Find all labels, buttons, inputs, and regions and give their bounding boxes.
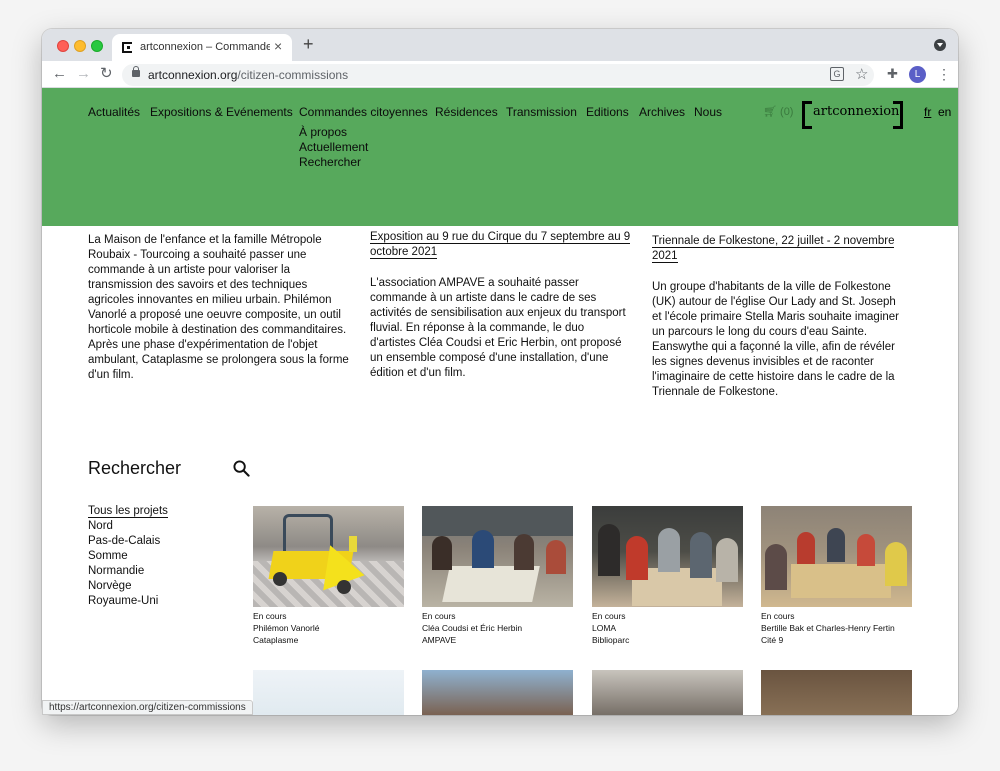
url-domain: artconnexion.org: [148, 68, 238, 82]
favicon-icon: [122, 42, 132, 53]
browser-tab[interactable]: artconnexion – Commandes citoyennes ×: [112, 34, 292, 61]
tab-title: artconnexion – Commandes citoyennes: [140, 41, 270, 53]
project-status: En cours: [422, 611, 456, 621]
project-artist: LOMA: [592, 623, 617, 633]
browser-window: artconnexion – Commandes citoyennes × + …: [42, 29, 958, 715]
project-title: Cataplasme: [253, 635, 299, 645]
column-body: La Maison de l'enfance et la famille Mét…: [88, 234, 349, 381]
project-card-cite-9[interactable]: En cours Bertille Bak et Charles-Henry F…: [761, 506, 912, 646]
project-title: AMPAVE: [422, 635, 457, 645]
project-artist: Philémon Vanorlé: [253, 623, 320, 633]
cart-button[interactable]: 🛒︎ (0): [763, 105, 793, 118]
project-caption: En cours Philémon Vanorlé Cataplasme: [253, 610, 404, 646]
filter-norvege[interactable]: Norvège: [88, 579, 168, 594]
filter-label: Tous les projets: [88, 505, 168, 518]
nav-actualites[interactable]: Actualités: [88, 105, 140, 119]
project-card[interactable]: [253, 670, 404, 715]
avatar[interactable]: L: [909, 66, 926, 83]
project-thumbnail[interactable]: [592, 670, 743, 715]
project-thumbnail[interactable]: [761, 670, 912, 715]
nav-editions[interactable]: Editions: [586, 105, 629, 119]
nav-transmission[interactable]: Transmission: [506, 105, 577, 119]
column-heading[interactable]: Triennale de Folkestone, 22 juillet - 2 …: [652, 235, 895, 263]
url-text[interactable]: artconnexion.org/citizen-commissions: [148, 68, 348, 82]
forward-button[interactable]: →: [76, 65, 91, 83]
back-button[interactable]: ←: [52, 65, 67, 83]
column-body: Un groupe d'habitants de la ville de Fol…: [652, 281, 899, 398]
subnav-rechercher[interactable]: Rechercher: [299, 155, 361, 169]
search-icon[interactable]: [233, 460, 250, 477]
address-toolbar: ← → ↻ artconnexion.org/citizen-commissio…: [42, 61, 958, 88]
kebab-menu-icon[interactable]: ⋮: [937, 65, 951, 83]
new-tab-button[interactable]: +: [303, 35, 314, 53]
filter-royaume-uni[interactable]: Royaume-Uni: [88, 594, 168, 609]
reload-button[interactable]: ↻: [100, 65, 113, 83]
url-path: /citizen-commissions: [237, 68, 349, 82]
filter-normandie[interactable]: Normandie: [88, 564, 168, 579]
project-text-ampave: Exposition au 9 rue du Cirque du 7 septe…: [370, 230, 632, 381]
star-icon[interactable]: ☆: [855, 65, 868, 83]
site-header: Actualités Expositions & Evénements Comm…: [42, 88, 958, 226]
close-window-button[interactable]: [57, 40, 69, 52]
close-icon[interactable]: ×: [274, 39, 282, 53]
filter-nord[interactable]: Nord: [88, 519, 168, 534]
lang-en-link[interactable]: en: [938, 105, 951, 119]
nav-residences[interactable]: Résidences: [435, 105, 498, 119]
nav-commandes[interactable]: Commandes citoyennes: [299, 105, 428, 119]
project-status: En cours: [761, 611, 795, 621]
extensions-icon[interactable]: ✚: [887, 66, 898, 82]
search-title: Rechercher: [88, 458, 182, 478]
project-thumbnail[interactable]: [761, 506, 912, 607]
cart-count: (0): [780, 106, 794, 118]
minimize-window-button[interactable]: [74, 40, 86, 52]
nav-archives[interactable]: Archives: [639, 105, 685, 119]
page-viewport: Actualités Expositions & Evénements Comm…: [42, 88, 958, 715]
lock-icon[interactable]: [132, 66, 140, 77]
filter-somme[interactable]: Somme: [88, 549, 168, 564]
project-text-cataplasme: La Maison de l'enfance et la famille Mét…: [88, 233, 350, 383]
project-status: En cours: [253, 611, 287, 621]
tab-bar: artconnexion – Commandes citoyennes × +: [42, 29, 958, 61]
project-status: En cours: [592, 611, 626, 621]
project-caption: En cours Bertille Bak et Charles-Henry F…: [761, 610, 912, 646]
project-thumbnail[interactable]: [253, 506, 404, 607]
column-heading[interactable]: Exposition au 9 rue du Cirque du 7 septe…: [370, 231, 631, 259]
nav-expositions[interactable]: Expositions & Evénements: [150, 105, 293, 119]
subnav-apropos[interactable]: À propos: [299, 125, 347, 139]
address-bar[interactable]: artconnexion.org/citizen-commissions G ☆: [122, 64, 874, 86]
column-body: L'association AMPAVE a souhaité passer c…: [370, 277, 626, 379]
translate-icon[interactable]: G: [830, 67, 844, 81]
project-thumbnail[interactable]: [253, 670, 404, 715]
lang-fr-link[interactable]: fr: [924, 105, 931, 119]
project-card-cataplasme[interactable]: En cours Philémon Vanorlé Cataplasme: [253, 506, 404, 646]
subnav-actuellement[interactable]: Actuellement: [299, 140, 368, 154]
project-card[interactable]: [422, 670, 573, 715]
tab-search-icon[interactable]: [934, 39, 946, 51]
project-thumbnail[interactable]: [422, 506, 573, 607]
nav-nous[interactable]: Nous: [694, 105, 722, 119]
project-caption: En cours LOMA Biblioparc: [592, 610, 743, 646]
project-title: Biblioparc: [592, 635, 630, 645]
project-artist: Cléa Coudsi et Éric Herbin: [422, 623, 523, 633]
site-logo[interactable]: artconnexion: [802, 101, 903, 129]
filter-list: Tous les projets Nord Pas-de-Calais Somm…: [88, 504, 168, 609]
project-caption: En cours Cléa Coudsi et Éric Herbin AMPA…: [422, 610, 573, 646]
logo-text: artconnexion: [813, 104, 900, 119]
filter-tous[interactable]: Tous les projets: [88, 504, 168, 519]
filter-pas-de-calais[interactable]: Pas-de-Calais: [88, 534, 168, 549]
project-title: Cité 9: [761, 635, 784, 645]
project-artist: Bertille Bak et Charles-Henry Fertin: [761, 623, 895, 633]
project-thumbnail[interactable]: [592, 506, 743, 607]
cart-icon: 🛒︎: [763, 106, 777, 118]
project-card[interactable]: [592, 670, 743, 715]
project-card[interactable]: [761, 670, 912, 715]
project-thumbnail[interactable]: [422, 670, 573, 715]
maximize-window-button[interactable]: [91, 40, 103, 52]
project-text-folkestone: Triennale de Folkestone, 22 juillet - 2 …: [652, 234, 906, 400]
project-card-ampave[interactable]: En cours Cléa Coudsi et Éric Herbin AMPA…: [422, 506, 573, 646]
project-card-biblioparc[interactable]: En cours LOMA Biblioparc: [592, 506, 743, 646]
status-url-bubble: https://artconnexion.org/citizen-commiss…: [42, 700, 253, 715]
